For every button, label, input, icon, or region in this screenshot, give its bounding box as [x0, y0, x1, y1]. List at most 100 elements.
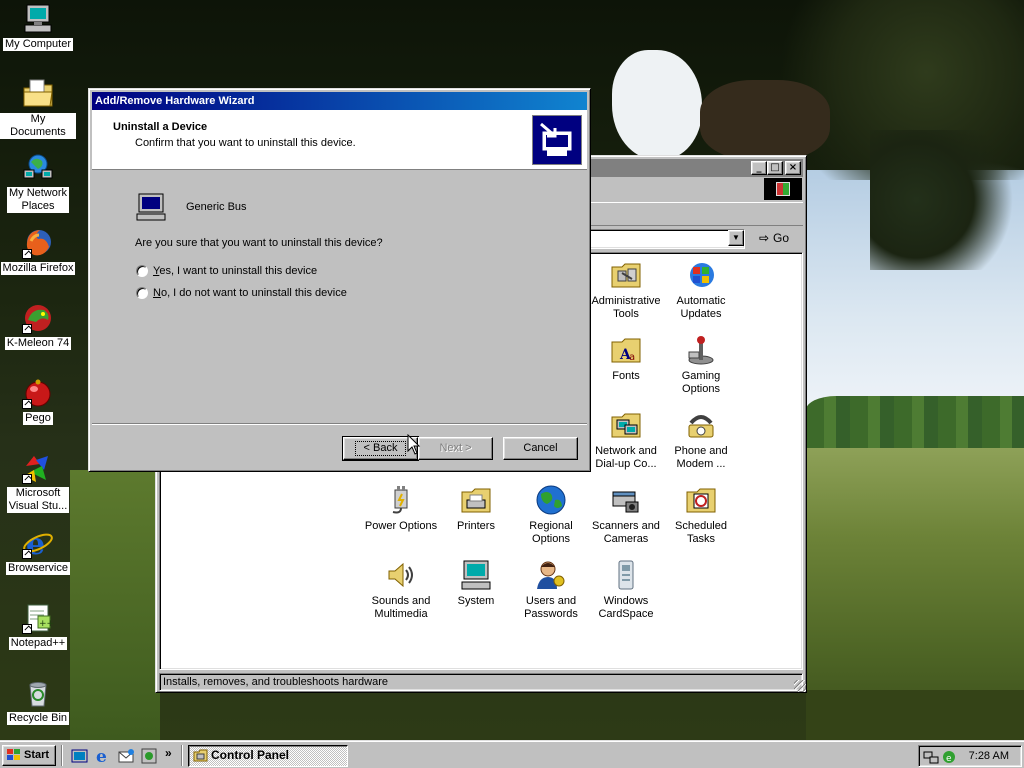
resize-grip[interactable] — [794, 680, 806, 692]
automatic-updates-icon — [685, 259, 717, 291]
back-label: < Back — [354, 441, 407, 456]
windows-logo-throbber — [764, 178, 802, 200]
desktop-icon-pego[interactable]: Pego — [0, 377, 76, 425]
network-dialup-icon — [610, 409, 642, 441]
quicklaunch-outlook[interactable] — [117, 747, 135, 765]
svg-text:++: ++ — [39, 619, 54, 629]
item-label: Tasks — [686, 533, 716, 545]
radio-button[interactable] — [136, 287, 148, 299]
security-tray-icon[interactable]: e — [941, 749, 957, 765]
windows-logo-icon — [7, 749, 21, 761]
item-label: Scheduled — [675, 520, 727, 532]
pego-icon — [22, 377, 54, 409]
item-label: Dial-up Co... — [595, 458, 657, 470]
cp-item-system[interactable]: System — [438, 559, 514, 608]
item-label: Regional — [529, 520, 573, 532]
desktop-icon-browservice[interactable]: e Browservice — [0, 527, 76, 575]
visual-studio-icon — [22, 452, 54, 484]
item-label: Updates — [680, 308, 722, 320]
start-button[interactable]: Start — [2, 745, 56, 766]
cp-item-scheduled-tasks[interactable]: Scheduled Tasks — [663, 484, 739, 546]
cp-item-network-dialup[interactable]: Network and Dial-up Co... — [588, 409, 664, 471]
desktop-icon-my-computer[interactable]: My Computer — [0, 3, 76, 51]
shortcut-arrow-icon — [22, 624, 32, 634]
item-label: Multimedia — [374, 608, 428, 620]
taskbar: Start e » Control Panel e 7:28 AM — [0, 740, 1024, 768]
minimize-button[interactable]: _ — [751, 161, 767, 175]
my-computer-icon — [22, 3, 54, 35]
desktop-icon-firefox[interactable]: Mozilla Firefox — [0, 227, 76, 275]
cp-item-phone-modem[interactable]: Phone and Modem ... — [663, 409, 739, 471]
taskbar-divider — [61, 745, 63, 766]
quicklaunch-channels[interactable] — [140, 747, 158, 765]
label-line: Places — [21, 200, 55, 212]
svg-text:e: e — [96, 747, 107, 765]
administrative-tools-icon — [610, 259, 642, 291]
quicklaunch-show-desktop[interactable] — [71, 747, 89, 765]
cp-item-power-options[interactable]: Power Options — [363, 484, 439, 533]
cp-item-administrative-tools[interactable]: Administrative Tools — [588, 259, 664, 321]
wizard-title: Add/Remove Hardware Wizard — [95, 95, 255, 107]
taskbar-button-control-panel[interactable]: Control Panel — [188, 745, 348, 767]
regional-options-icon — [535, 484, 567, 516]
desktop-icon-k-meleon[interactable]: K-Meleon 74 — [0, 302, 76, 350]
item-label: Modem ... — [676, 458, 726, 470]
add-remove-hardware-wizard[interactable]: Add/Remove Hardware Wizard Uninstall a D… — [88, 88, 591, 472]
shortcut-arrow-icon — [22, 549, 32, 559]
next-label: Next > — [439, 442, 472, 454]
cp-item-printers[interactable]: Printers — [438, 484, 514, 533]
cp-item-users-passwords[interactable]: Users and Passwords — [513, 559, 589, 621]
go-button[interactable]: ⇨ Go — [755, 229, 799, 249]
k-meleon-icon — [22, 302, 54, 334]
radio-no-label: No, I do not want to uninstall this devi… — [153, 287, 347, 299]
desktop-icon-notepad-plus-plus[interactable]: ++ Notepad++ — [0, 602, 76, 650]
desktop-icon-visual-studio[interactable]: Microsoft Visual Stu... — [0, 452, 76, 513]
control-panel-folder-icon — [193, 748, 208, 763]
cp-item-fonts[interactable]: Aa Fonts — [588, 334, 664, 383]
cancel-button[interactable]: Cancel — [503, 437, 578, 460]
radio-yes-uninstall[interactable]: Yes, I want to uninstall this device — [136, 265, 317, 277]
cp-item-windows-cardspace[interactable]: Windows CardSpace — [588, 559, 664, 621]
cp-item-automatic-updates[interactable]: Automatic Updates — [663, 259, 739, 321]
wizard-titlebar[interactable]: Add/Remove Hardware Wizard — [92, 92, 587, 110]
cp-item-scanners-cameras[interactable]: Scanners and Cameras — [588, 484, 664, 546]
maximize-button[interactable]: □ — [767, 161, 783, 175]
radio-button[interactable] — [136, 265, 148, 277]
label-line: Microsoft — [15, 487, 61, 499]
desktop-icon-my-documents[interactable]: My Documents — [0, 78, 76, 139]
cp-item-gaming-options[interactable]: Gaming Options — [663, 334, 739, 396]
device-row: Generic Bus — [136, 193, 247, 221]
close-icon: × — [788, 162, 798, 173]
label-line: Visual Stu... — [8, 500, 68, 512]
item-label: Network and — [595, 445, 657, 457]
address-dropdown-button[interactable]: ▼ — [728, 230, 744, 246]
wizard-body: Generic Bus Are you sure that you want t… — [92, 171, 587, 422]
wizard-header: Uninstall a Device Confirm that you want… — [92, 110, 587, 170]
show-desktop-icon — [71, 749, 88, 763]
quicklaunch-internet-explorer[interactable]: e — [94, 747, 112, 767]
desktop-icon-recycle-bin[interactable]: Recycle Bin — [0, 677, 76, 725]
cp-item-sounds-multimedia[interactable]: Sounds and Multimedia — [363, 559, 439, 621]
shortcut-arrow-icon — [22, 474, 32, 484]
item-label: System — [457, 595, 495, 607]
network-tray-icon[interactable] — [923, 749, 939, 765]
next-button[interactable]: Next > — [418, 437, 493, 460]
item-label: Options — [682, 383, 720, 395]
clock[interactable]: 7:28 AM — [969, 746, 1009, 766]
scheduled-tasks-icon — [685, 484, 717, 516]
system-icon — [460, 559, 492, 591]
power-options-icon — [385, 484, 417, 516]
item-label: CardSpace — [598, 608, 654, 620]
radio-no-uninstall[interactable]: No, I do not want to uninstall this devi… — [136, 287, 347, 299]
access-key: N — [153, 287, 161, 299]
windows-cardspace-icon — [610, 559, 642, 591]
shortcut-arrow-icon — [22, 399, 32, 409]
close-button[interactable]: × — [785, 161, 801, 175]
minimize-icon: _ — [756, 162, 762, 173]
item-label: Tools — [613, 308, 639, 320]
cp-item-regional-options[interactable]: Regional Options — [513, 484, 589, 546]
desktop-icon-network-places[interactable]: My Network Places — [0, 152, 76, 213]
sounds-multimedia-icon — [385, 559, 417, 591]
view-channels-icon — [141, 748, 157, 764]
quicklaunch-more-chevron[interactable]: » — [165, 746, 172, 760]
